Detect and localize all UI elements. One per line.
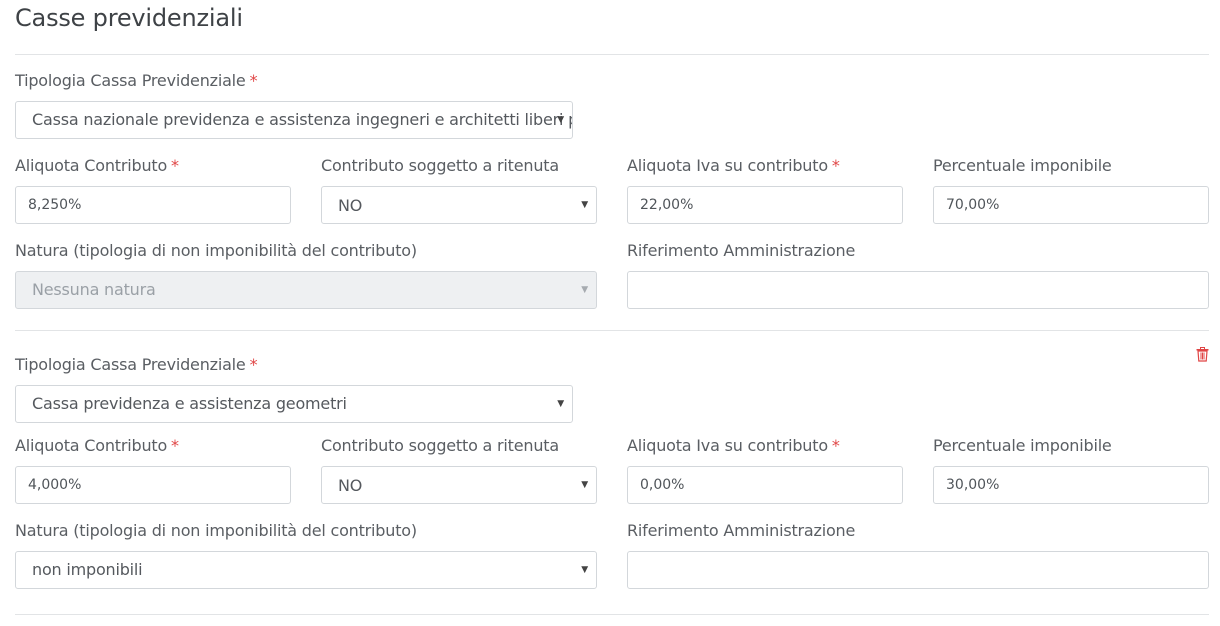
required-mark: * xyxy=(171,436,179,455)
natura-select[interactable]: non imponibili ▼ xyxy=(15,551,597,589)
tipologia-select-value: Cassa nazionale previdenza e assistenza … xyxy=(32,110,572,129)
tipologia-select[interactable]: Cassa nazionale previdenza e assistenza … xyxy=(15,101,573,139)
aliquota-contributo-input[interactable]: 4,000% xyxy=(15,466,291,504)
aliquota-iva-input[interactable]: 0,00% xyxy=(627,466,903,504)
page-title: Casse previdenziali xyxy=(15,4,243,32)
contributo-ritenuta-value: NO xyxy=(338,476,363,495)
contributo-ritenuta-label: Contributo soggetto a ritenuta xyxy=(321,156,559,175)
contributo-ritenuta-value: NO xyxy=(338,196,363,215)
aliquota-iva-label: Aliquota Iva su contributo * xyxy=(627,436,840,455)
trash-icon[interactable] xyxy=(1196,347,1209,362)
required-mark: * xyxy=(831,156,840,175)
aliquota-contributo-input[interactable]: 8,250% xyxy=(15,186,291,224)
riferimento-label: Riferimento Amministrazione xyxy=(627,521,856,540)
required-mark: * xyxy=(249,355,258,374)
aliquota-contributo-label: Aliquota Contributo * xyxy=(15,156,179,175)
natura-select: Nessuna natura ▼ xyxy=(15,271,597,309)
chevron-down-icon: ▼ xyxy=(581,285,588,295)
chevron-down-icon: ▼ xyxy=(557,399,564,409)
aliquota-iva-label: Aliquota Iva su contributo * xyxy=(627,156,840,175)
chevron-down-icon: ▼ xyxy=(581,200,588,210)
tipologia-label: Tipologia Cassa Previdenziale * xyxy=(15,71,258,90)
percentuale-imponibile-label: Percentuale imponibile xyxy=(933,156,1112,175)
required-mark: * xyxy=(831,436,840,455)
divider xyxy=(15,330,1209,331)
divider xyxy=(15,54,1209,55)
required-mark: * xyxy=(249,71,258,90)
percentuale-imponibile-label: Percentuale imponibile xyxy=(933,436,1112,455)
riferimento-input[interactable] xyxy=(627,551,1209,589)
contributo-ritenuta-select[interactable]: NO ▼ xyxy=(321,186,597,224)
tipologia-label: Tipologia Cassa Previdenziale * xyxy=(15,355,258,374)
riferimento-input[interactable] xyxy=(627,271,1209,309)
aliquota-iva-input[interactable]: 22,00% xyxy=(627,186,903,224)
chevron-down-icon: ▼ xyxy=(557,115,564,125)
percentuale-imponibile-input[interactable]: 70,00% xyxy=(933,186,1209,224)
aliquota-contributo-label: Aliquota Contributo * xyxy=(15,436,179,455)
chevron-down-icon: ▼ xyxy=(581,565,588,575)
natura-label: Natura (tipologia di non imponibilità de… xyxy=(15,241,417,260)
tipologia-select-value: Cassa previdenza e assistenza geometri xyxy=(32,394,347,413)
required-mark: * xyxy=(171,156,179,175)
divider xyxy=(15,614,1209,615)
natura-value: Nessuna natura xyxy=(32,280,156,299)
percentuale-imponibile-input[interactable]: 30,00% xyxy=(933,466,1209,504)
contributo-ritenuta-label: Contributo soggetto a ritenuta xyxy=(321,436,559,455)
riferimento-label: Riferimento Amministrazione xyxy=(627,241,856,260)
chevron-down-icon: ▼ xyxy=(581,480,588,490)
natura-label: Natura (tipologia di non imponibilità de… xyxy=(15,521,417,540)
natura-value: non imponibili xyxy=(32,560,143,579)
contributo-ritenuta-select[interactable]: NO ▼ xyxy=(321,466,597,504)
tipologia-select[interactable]: Cassa previdenza e assistenza geometri ▼ xyxy=(15,385,573,423)
